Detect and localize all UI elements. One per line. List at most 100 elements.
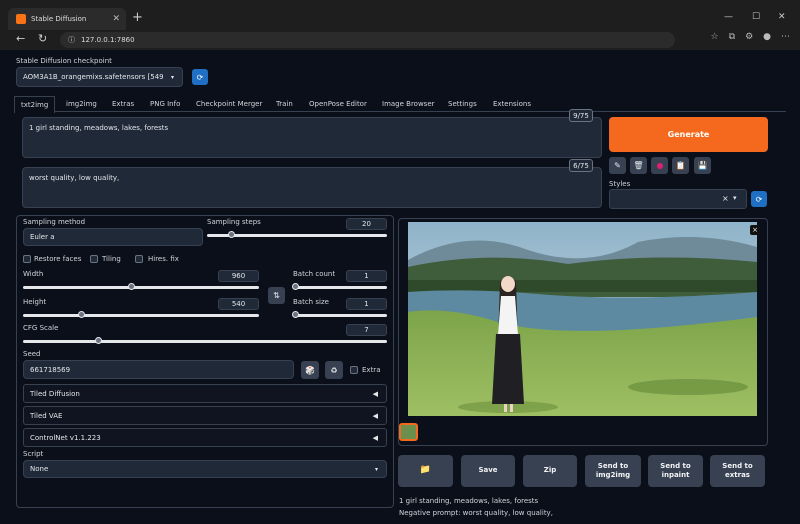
batch-size-input[interactable]: 1 (346, 298, 387, 310)
style-dot-icon[interactable] (651, 157, 668, 174)
negative-prompt-textarea[interactable]: worst quality, low quality, (22, 167, 602, 208)
folder-icon: 📁 (419, 465, 432, 476)
profile-icon[interactable]: ● (763, 32, 771, 42)
save-button[interactable]: Save (461, 455, 515, 487)
slider-handle[interactable] (127, 283, 135, 290)
refresh-icon: ⟳ (196, 72, 204, 82)
tab-png-info[interactable]: PNG Info (150, 96, 180, 112)
width-input[interactable]: 960 (218, 270, 259, 282)
expand-icon: ◀ (372, 433, 378, 442)
checkpoint-dropdown[interactable]: AOM3A1B_orangemixs.safetensors [5493a0ec… (16, 67, 183, 87)
styles-dropdown[interactable]: × ▾ (609, 189, 747, 209)
script-dropdown[interactable]: None ▾ (23, 460, 387, 478)
accordion-label: Tiled Diffusion (30, 389, 80, 398)
refresh-checkpoint-button[interactable]: ⟳ (192, 69, 208, 85)
slider-handle[interactable] (292, 283, 299, 290)
tab-extensions[interactable]: Extensions (493, 96, 531, 112)
new-tab-icon[interactable]: + (132, 10, 143, 25)
seed-value: 661718569 (30, 365, 71, 374)
reuse-seed-button[interactable]: ♻ (325, 361, 343, 379)
open-folder-button[interactable]: 📁 (398, 455, 453, 487)
back-icon[interactable]: ← (16, 32, 25, 45)
extensions-icon[interactable]: ⚙ (745, 32, 753, 42)
expand-icon: ◀ (372, 389, 378, 398)
restore-faces-checkbox[interactable] (23, 255, 31, 263)
close-window-icon[interactable]: ✕ (778, 12, 786, 22)
trash-icon[interactable]: 🗑 (630, 157, 647, 174)
favicon-icon (16, 14, 26, 24)
minimize-icon[interactable]: — (724, 12, 733, 22)
generation-info-negative: Negative prompt: worst quality, low qual… (399, 509, 553, 517)
collections-icon[interactable]: ⧉ (729, 32, 735, 42)
accordion-tiled-diffusion[interactable]: Tiled Diffusion ◀ (23, 384, 387, 403)
prompt-token-counter: 9/75 (569, 109, 593, 122)
sampling-steps-input[interactable]: 20 (346, 218, 387, 230)
seed-input[interactable]: 661718569 (23, 360, 294, 379)
save-style-icon[interactable]: 💾 (694, 157, 711, 174)
reload-icon[interactable]: ↻ (38, 32, 47, 45)
clipboard-icon[interactable]: 📋 (672, 157, 689, 174)
seed-label: Seed (23, 350, 41, 358)
tab-train[interactable]: Train (276, 96, 293, 112)
favorites-icon[interactable]: ☆ (711, 32, 719, 42)
cfg-scale-input[interactable]: 7 (346, 324, 387, 336)
tab-extras[interactable]: Extras (112, 96, 134, 112)
send-to-img2img-button[interactable]: Send to img2img (585, 455, 641, 487)
cfg-scale-slider[interactable] (23, 337, 387, 344)
prompt-textarea[interactable]: 1 girl standing, meadows, lakes, forests (22, 117, 602, 158)
tiling-checkbox[interactable] (90, 255, 98, 263)
accordion-tiled-vae[interactable]: Tiled VAE ◀ (23, 406, 387, 425)
more-icon[interactable]: ⋯ (781, 32, 790, 42)
tab-checkpoint-merger[interactable]: Checkpoint Merger (196, 96, 262, 112)
width-slider[interactable] (23, 283, 259, 290)
height-slider[interactable] (23, 311, 259, 318)
batch-count-label: Batch count (293, 270, 336, 278)
dice-icon: 🎲 (305, 365, 315, 375)
slider-handle[interactable] (95, 337, 103, 344)
main-tabs: txt2img img2img Extras PNG Info Checkpoi… (14, 96, 786, 113)
swap-icon: ⇅ (273, 291, 280, 300)
address-bar[interactable]: ⓘ 127.0.0.1:7860 (60, 32, 675, 48)
tab-txt2img[interactable]: txt2img (14, 96, 56, 113)
expand-icon: ◀ (372, 411, 378, 420)
pencil-icon[interactable]: ✎ (609, 157, 626, 174)
slider-handle[interactable] (292, 311, 299, 318)
maximize-icon[interactable]: ☐ (752, 12, 760, 22)
close-image-icon[interactable]: × (750, 225, 760, 235)
slider-handle[interactable] (78, 311, 85, 318)
accordion-controlnet[interactable]: ControlNet v1.1.223 ◀ (23, 428, 387, 447)
image-thumbnail[interactable] (399, 423, 418, 441)
tab-openpose-editor[interactable]: OpenPose Editor (309, 96, 367, 112)
batch-count-input[interactable]: 1 (346, 270, 387, 282)
height-label: Height (23, 298, 47, 306)
info-icon[interactable]: ⓘ (68, 35, 75, 45)
tab-settings[interactable]: Settings (448, 96, 477, 112)
refresh-styles-button[interactable]: ⟳ (751, 191, 767, 207)
batch-count-slider[interactable] (292, 283, 387, 290)
extra-seed-checkbox[interactable] (350, 366, 358, 374)
height-input[interactable]: 540 (218, 298, 259, 310)
slider-handle[interactable] (228, 231, 236, 238)
clear-styles-icon[interactable]: × (722, 194, 729, 203)
browser-tab[interactable]: Stable Diffusion ✕ (8, 8, 126, 30)
swap-dimensions-button[interactable]: ⇅ (268, 287, 285, 304)
send-to-inpaint-button[interactable]: Send to inpaint (648, 455, 703, 487)
batch-size-slider[interactable] (292, 311, 387, 318)
sampling-method-value: Euler a (30, 233, 55, 241)
sampling-steps-label: Sampling steps (207, 218, 261, 226)
tab-img2img[interactable]: img2img (66, 96, 97, 112)
generated-image[interactable] (408, 222, 757, 416)
tab-image-browser[interactable]: Image Browser (382, 96, 435, 112)
hires-fix-checkbox[interactable] (135, 255, 143, 263)
restore-faces-label: Restore faces (34, 255, 82, 263)
styles-label: Styles (609, 180, 631, 188)
accordion-label: ControlNet v1.1.223 (30, 433, 101, 442)
send-to-extras-button[interactable]: Send to extras (710, 455, 765, 487)
chevron-down-icon: ▾ (170, 73, 174, 81)
close-tab-icon[interactable]: ✕ (112, 14, 120, 24)
zip-button[interactable]: Zip (523, 455, 577, 487)
random-seed-button[interactable]: 🎲 (301, 361, 319, 379)
sampling-method-dropdown[interactable]: Euler a (23, 228, 203, 246)
generate-button[interactable]: Generate (609, 117, 768, 152)
sampling-steps-slider[interactable] (207, 231, 387, 238)
